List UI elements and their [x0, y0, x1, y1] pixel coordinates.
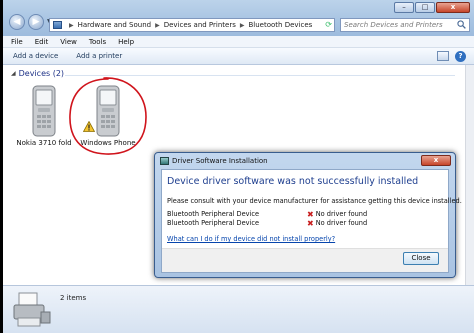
- navigation-buttons: ◀ ▶ ▼: [9, 14, 52, 30]
- add-device-button[interactable]: Add a device: [13, 52, 58, 60]
- dialog-footer: Close: [162, 248, 448, 272]
- add-printer-button[interactable]: Add a printer: [76, 52, 122, 60]
- caption-buttons: – □ x: [394, 2, 470, 13]
- close-dialog-button[interactable]: Close: [403, 252, 439, 265]
- command-bar-right: ?: [437, 51, 466, 62]
- dialog-heading: Device driver software was not successfu…: [167, 176, 419, 187]
- menu-file[interactable]: File: [11, 38, 23, 46]
- change-view-icon[interactable]: [437, 51, 449, 61]
- dialog-message: Please consult with your device manufact…: [167, 197, 462, 205]
- search-icon[interactable]: [457, 20, 466, 29]
- refresh-icon[interactable]: ⟳: [325, 20, 332, 30]
- scrollbar[interactable]: [465, 65, 474, 285]
- phone-icon: [32, 85, 56, 137]
- error-x-icon: ✖: [307, 218, 314, 228]
- device-name: Bluetooth Peripheral Device: [167, 210, 260, 218]
- maximize-button[interactable]: □: [415, 2, 435, 13]
- title-bar: – □ x ◀ ▶ ▼ ▶ Hardware and Sound ▶ Devic…: [3, 0, 474, 36]
- chevron-right-icon[interactable]: ▶: [69, 22, 74, 29]
- minimize-button[interactable]: –: [394, 2, 414, 13]
- menu-bar: File Edit View Tools Help: [3, 36, 474, 48]
- breadcrumb-bluetooth-devices[interactable]: Bluetooth Devices: [248, 21, 312, 29]
- search-placeholder: Search Devices and Printers: [344, 21, 443, 29]
- control-panel-icon: [53, 21, 62, 29]
- dialog-body: Device driver software was not successfu…: [161, 169, 462, 273]
- menu-edit[interactable]: Edit: [35, 38, 49, 46]
- address-bar[interactable]: ▶ Hardware and Sound ▶ Devices and Print…: [49, 18, 335, 32]
- collapse-arrow-icon[interactable]: ◢: [11, 70, 16, 77]
- driver-install-dialog: Driver Software Installation x Device dr…: [154, 152, 462, 278]
- command-bar: Add a device Add a printer ?: [3, 48, 474, 65]
- driver-status-text: No driver found: [315, 210, 368, 218]
- menu-help[interactable]: Help: [118, 38, 134, 46]
- dialog-close-icon[interactable]: x: [421, 155, 451, 166]
- driver-status-text: No driver found: [315, 219, 368, 227]
- printer-icon: [13, 292, 51, 327]
- help-icon[interactable]: ?: [455, 51, 466, 62]
- error-x-icon: ✖: [307, 209, 314, 219]
- close-button[interactable]: x: [436, 2, 470, 13]
- search-input[interactable]: Search Devices and Printers: [340, 18, 470, 32]
- chevron-right-icon[interactable]: ▶: [155, 22, 160, 29]
- menu-view[interactable]: View: [60, 38, 77, 46]
- menu-tools[interactable]: Tools: [89, 38, 106, 46]
- breadcrumb-devices-and-printers[interactable]: Devices and Printers: [164, 21, 236, 29]
- details-pane: 2 items: [3, 285, 474, 333]
- driver-icon: [160, 157, 169, 165]
- devices-group-header[interactable]: ◢ Devices (2): [11, 69, 64, 78]
- back-icon[interactable]: ◀: [9, 14, 25, 30]
- item-count: 2 items: [60, 294, 87, 302]
- help-link[interactable]: What can I do if my device did not insta…: [167, 235, 335, 243]
- driver-status: ✖ No driver found: [307, 210, 367, 218]
- devices-group-title: Devices (2): [18, 69, 65, 78]
- red-circle-annotation: [69, 77, 147, 155]
- device-name: Bluetooth Peripheral Device: [167, 219, 260, 227]
- dialog-title: Driver Software Installation: [172, 157, 268, 165]
- breadcrumb-hardware-and-sound[interactable]: Hardware and Sound: [78, 21, 151, 29]
- driver-status: ✖ No driver found: [307, 219, 367, 227]
- forward-icon[interactable]: ▶: [28, 14, 44, 30]
- chevron-right-icon[interactable]: ▶: [240, 22, 245, 29]
